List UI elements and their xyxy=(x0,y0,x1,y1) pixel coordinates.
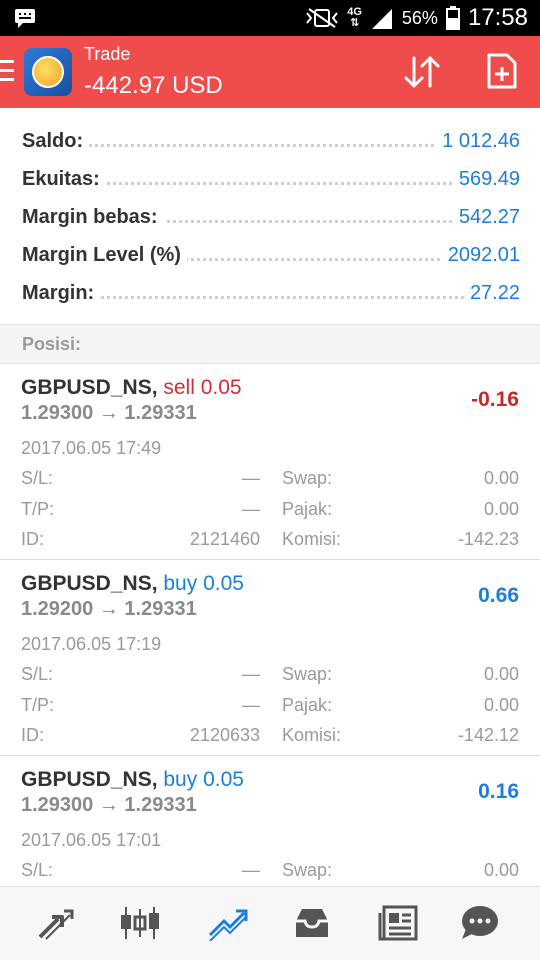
tax-label: Pajak: xyxy=(282,695,333,715)
summary-label: Margin Level (%) xyxy=(22,244,187,267)
position-item[interactable]: GBPUSD_NS, buy 0.05 1.29200 → 1.29331 0.… xyxy=(0,560,540,756)
app-logo[interactable] xyxy=(24,48,72,96)
vibrate-mute-icon xyxy=(306,8,338,28)
menu-icon[interactable] xyxy=(0,60,14,84)
account-summary: Saldo: 1 012.46 Ekuitas: 569.49 Margin b… xyxy=(0,108,540,324)
tp-label: T/P: xyxy=(21,499,55,519)
position-symbol: GBPUSD_NS, buy 0.05 xyxy=(21,572,244,595)
tax-label: Pajak: xyxy=(282,499,333,519)
bottom-navigation xyxy=(0,886,540,960)
message-notification-icon xyxy=(15,9,35,28)
tax-value: 0.00 xyxy=(483,695,519,715)
sl-value: — xyxy=(242,860,260,880)
header-title: Trade xyxy=(84,44,131,64)
summary-label: Margin bebas: xyxy=(22,206,164,229)
position-prices: 1.29200 → 1.29331 xyxy=(21,598,197,620)
swap-value: 0.00 xyxy=(483,664,519,684)
summary-value: 27.22 xyxy=(463,282,520,305)
sl-value: — xyxy=(242,468,260,488)
position-open-time: 2017.06.05 17:49 xyxy=(21,438,162,458)
position-symbol: GBPUSD_NS, buy 0.05 xyxy=(21,768,244,791)
tp-value: — xyxy=(242,695,260,715)
summary-value: 569.49 xyxy=(452,168,520,191)
summary-row-margin-level: Margin Level (%) 2092.01 xyxy=(0,236,540,274)
quotes-icon[interactable] xyxy=(34,903,78,943)
summary-value: 1 012.46 xyxy=(436,130,520,153)
commission-value: -142.12 xyxy=(457,725,519,745)
status-bar: 4G ⇅ 56% 17:58 xyxy=(0,0,540,36)
position-item[interactable]: GBPUSD_NS, sell 0.05 1.29300 → 1.29331 -… xyxy=(0,364,540,560)
id-label: ID: xyxy=(21,725,45,745)
position-side: buy 0.05 xyxy=(163,572,244,595)
signal-icon xyxy=(371,9,392,29)
clock: 17:58 xyxy=(467,4,528,31)
position-open-time: 2017.06.05 17:19 xyxy=(21,634,162,654)
app-header: Trade -442.97 USD xyxy=(0,36,540,108)
position-open-time: 2017.06.05 17:01 xyxy=(21,830,162,850)
position-prices: 1.29300 → 1.29331 xyxy=(21,402,197,424)
id-value: 2121460 xyxy=(189,529,260,549)
position-side: buy 0.05 xyxy=(163,768,244,791)
swap-label: Swap: xyxy=(282,468,333,488)
header-balance: -442.97 USD xyxy=(84,72,223,99)
summary-value: 2092.01 xyxy=(441,244,520,267)
sl-label: S/L: xyxy=(21,860,54,880)
swap-label: Swap: xyxy=(282,860,333,880)
network-type: 4G ⇅ xyxy=(347,6,362,29)
sl-label: S/L: xyxy=(21,468,54,488)
trade-icon[interactable] xyxy=(206,903,250,943)
summary-label: Ekuitas: xyxy=(22,168,106,191)
news-icon[interactable] xyxy=(376,903,420,943)
summary-row-saldo: Saldo: 1 012.46 xyxy=(0,122,540,160)
summary-row-margin: Margin: 27.22 xyxy=(0,274,540,312)
position-item[interactable]: GBPUSD_NS, buy 0.05 1.29300 → 1.29331 0.… xyxy=(0,756,540,886)
sl-label: S/L: xyxy=(21,664,54,684)
positions-title: Posisi: xyxy=(22,334,82,354)
sort-icon[interactable] xyxy=(402,54,442,90)
id-label: ID: xyxy=(21,529,45,549)
summary-value: 542.27 xyxy=(452,206,520,229)
summary-row-ekuitas: Ekuitas: 569.49 xyxy=(0,160,540,198)
battery-icon xyxy=(445,6,460,30)
tp-value: — xyxy=(242,499,260,519)
position-profit: 0.66 xyxy=(478,584,519,607)
history-inbox-icon[interactable] xyxy=(290,903,334,943)
battery-percent: 56% xyxy=(401,7,438,28)
position-prices: 1.29300 → 1.29331 xyxy=(21,794,197,816)
chat-icon[interactable] xyxy=(458,903,502,943)
swap-value: 0.00 xyxy=(483,468,519,488)
summary-row-margin-bebas: Margin bebas: 542.27 xyxy=(0,198,540,236)
chart-candles-icon[interactable] xyxy=(118,903,162,943)
tp-label: T/P: xyxy=(21,695,55,715)
commission-value: -142.23 xyxy=(457,529,519,549)
commission-label: Komisi: xyxy=(282,529,342,549)
summary-label: Margin: xyxy=(22,282,101,305)
position-symbol: GBPUSD_NS, sell 0.05 xyxy=(21,376,242,399)
positions-section-header: Posisi: xyxy=(0,324,540,364)
new-order-icon[interactable] xyxy=(486,52,518,90)
summary-label: Saldo: xyxy=(22,130,90,153)
sl-value: — xyxy=(242,664,260,684)
swap-label: Swap: xyxy=(282,664,333,684)
id-value: 2120633 xyxy=(189,725,260,745)
position-profit: -0.16 xyxy=(471,388,519,411)
tax-value: 0.00 xyxy=(483,499,519,519)
position-side: sell 0.05 xyxy=(163,376,242,399)
position-profit: 0.16 xyxy=(478,780,519,803)
positions-list[interactable]: GBPUSD_NS, sell 0.05 1.29300 → 1.29331 -… xyxy=(0,364,540,886)
swap-value: 0.00 xyxy=(483,860,519,880)
commission-label: Komisi: xyxy=(282,725,342,745)
